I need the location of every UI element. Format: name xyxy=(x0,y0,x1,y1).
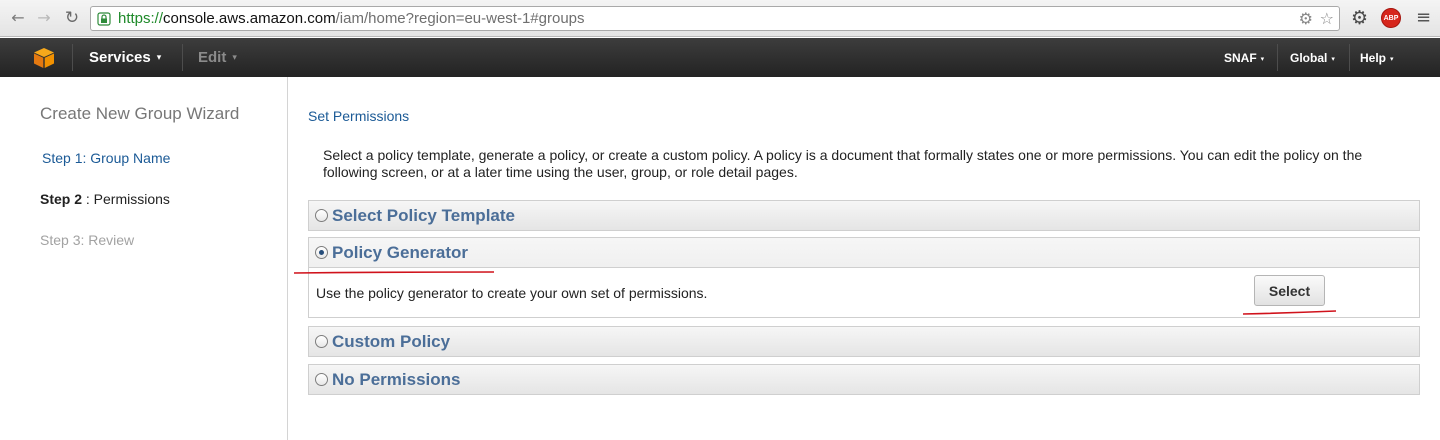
aws-logo-icon[interactable] xyxy=(33,47,55,69)
chevron-down-icon: ▾ xyxy=(1260,55,1265,63)
browser-toolbar: ← → ↻ https://console.aws.amazon.com/iam… xyxy=(0,0,1440,37)
lock-icon xyxy=(97,12,111,26)
url-host: console.aws.amazon.com xyxy=(163,10,336,27)
url-path: /iam/home?region=eu-west-1#groups xyxy=(335,10,585,27)
region-label: Global xyxy=(1290,51,1328,65)
option-header[interactable]: Select Policy Template xyxy=(309,201,1419,230)
url-scheme: https:// xyxy=(118,10,164,27)
radio-policy-template[interactable] xyxy=(315,209,328,222)
gear-icon[interactable]: ⚙ xyxy=(1299,10,1313,28)
reload-icon[interactable]: ↻ xyxy=(62,8,82,28)
help-label: Help xyxy=(1360,51,1387,65)
back-icon[interactable]: ← xyxy=(8,8,28,28)
edit-menu[interactable]: Edit ▾ xyxy=(198,49,237,69)
adblock-icon[interactable]: ABP xyxy=(1381,8,1401,28)
chevron-down-icon: ▾ xyxy=(156,53,162,63)
settings-icon[interactable]: ⚙ xyxy=(1351,7,1368,29)
services-menu[interactable]: Services ▾ xyxy=(89,49,161,69)
select-button[interactable]: Select xyxy=(1254,275,1325,306)
step-permissions-current: Step 2 : Permissions xyxy=(40,190,170,208)
radio-custom-policy[interactable] xyxy=(315,335,328,348)
nav-divider xyxy=(182,44,183,71)
radio-no-permissions[interactable] xyxy=(315,373,328,386)
menu-icon[interactable]: ≡ xyxy=(1416,8,1431,28)
option-label[interactable]: Custom Policy xyxy=(332,332,450,352)
star-icon[interactable]: ☆ xyxy=(1320,10,1334,28)
option-no-permissions[interactable]: No Permissions xyxy=(308,364,1420,395)
chevron-down-icon: ▾ xyxy=(1390,55,1394,63)
nav-divider xyxy=(1349,44,1350,71)
step2-label: : Permissions xyxy=(82,191,170,207)
annotation-underline-select xyxy=(1242,310,1337,315)
address-bar[interactable]: https://console.aws.amazon.com/iam/home?… xyxy=(90,6,1340,31)
step-group-name-link[interactable]: Step 1: Group Name xyxy=(42,149,170,167)
page-title: Set Permissions xyxy=(308,108,410,124)
account-label: SNAF xyxy=(1224,51,1257,65)
account-menu[interactable]: SNAF ▾ xyxy=(1224,50,1264,68)
forward-icon[interactable]: → xyxy=(34,8,54,28)
policy-generator-description: Use the policy generator to create your … xyxy=(316,285,708,301)
step2-number: Step 2 xyxy=(40,191,83,207)
nav-divider xyxy=(1277,44,1278,71)
edit-label: Edit xyxy=(198,49,227,66)
wizard-title: Create New Group Wizard xyxy=(40,104,240,123)
radio-policy-generator[interactable] xyxy=(315,246,328,259)
annotation-underline-generator xyxy=(293,271,495,274)
region-menu[interactable]: Global ▾ xyxy=(1290,50,1335,68)
option-header[interactable]: Custom Policy xyxy=(309,327,1419,356)
help-menu[interactable]: Help ▾ xyxy=(1360,50,1394,68)
main-content: Set Permissions Select a policy template… xyxy=(289,77,1440,440)
option-header[interactable]: Policy Generator xyxy=(309,238,1419,267)
option-header[interactable]: No Permissions xyxy=(309,365,1419,394)
option-label[interactable]: Select Policy Template xyxy=(332,206,515,226)
option-policy-template[interactable]: Select Policy Template xyxy=(308,200,1420,231)
option-label[interactable]: Policy Generator xyxy=(332,243,468,263)
option-label[interactable]: No Permissions xyxy=(332,370,461,390)
chevron-down-icon: ▾ xyxy=(232,53,237,63)
chevron-down-icon: ▾ xyxy=(1331,55,1335,63)
wizard-sidebar: Create New Group Wizard Step 1: Group Na… xyxy=(0,77,288,440)
option-custom-policy[interactable]: Custom Policy xyxy=(308,326,1420,357)
step-review: Step 3: Review xyxy=(40,232,135,248)
permissions-description: Select a policy template, generate a pol… xyxy=(323,147,1363,180)
url-text[interactable]: https://console.aws.amazon.com/iam/home?… xyxy=(118,10,585,28)
aws-nav-bar: Services ▾ Edit ▾ SNAF ▾ Global ▾ Help ▾ xyxy=(0,38,1440,77)
services-label: Services xyxy=(89,49,151,66)
nav-divider xyxy=(72,44,73,71)
